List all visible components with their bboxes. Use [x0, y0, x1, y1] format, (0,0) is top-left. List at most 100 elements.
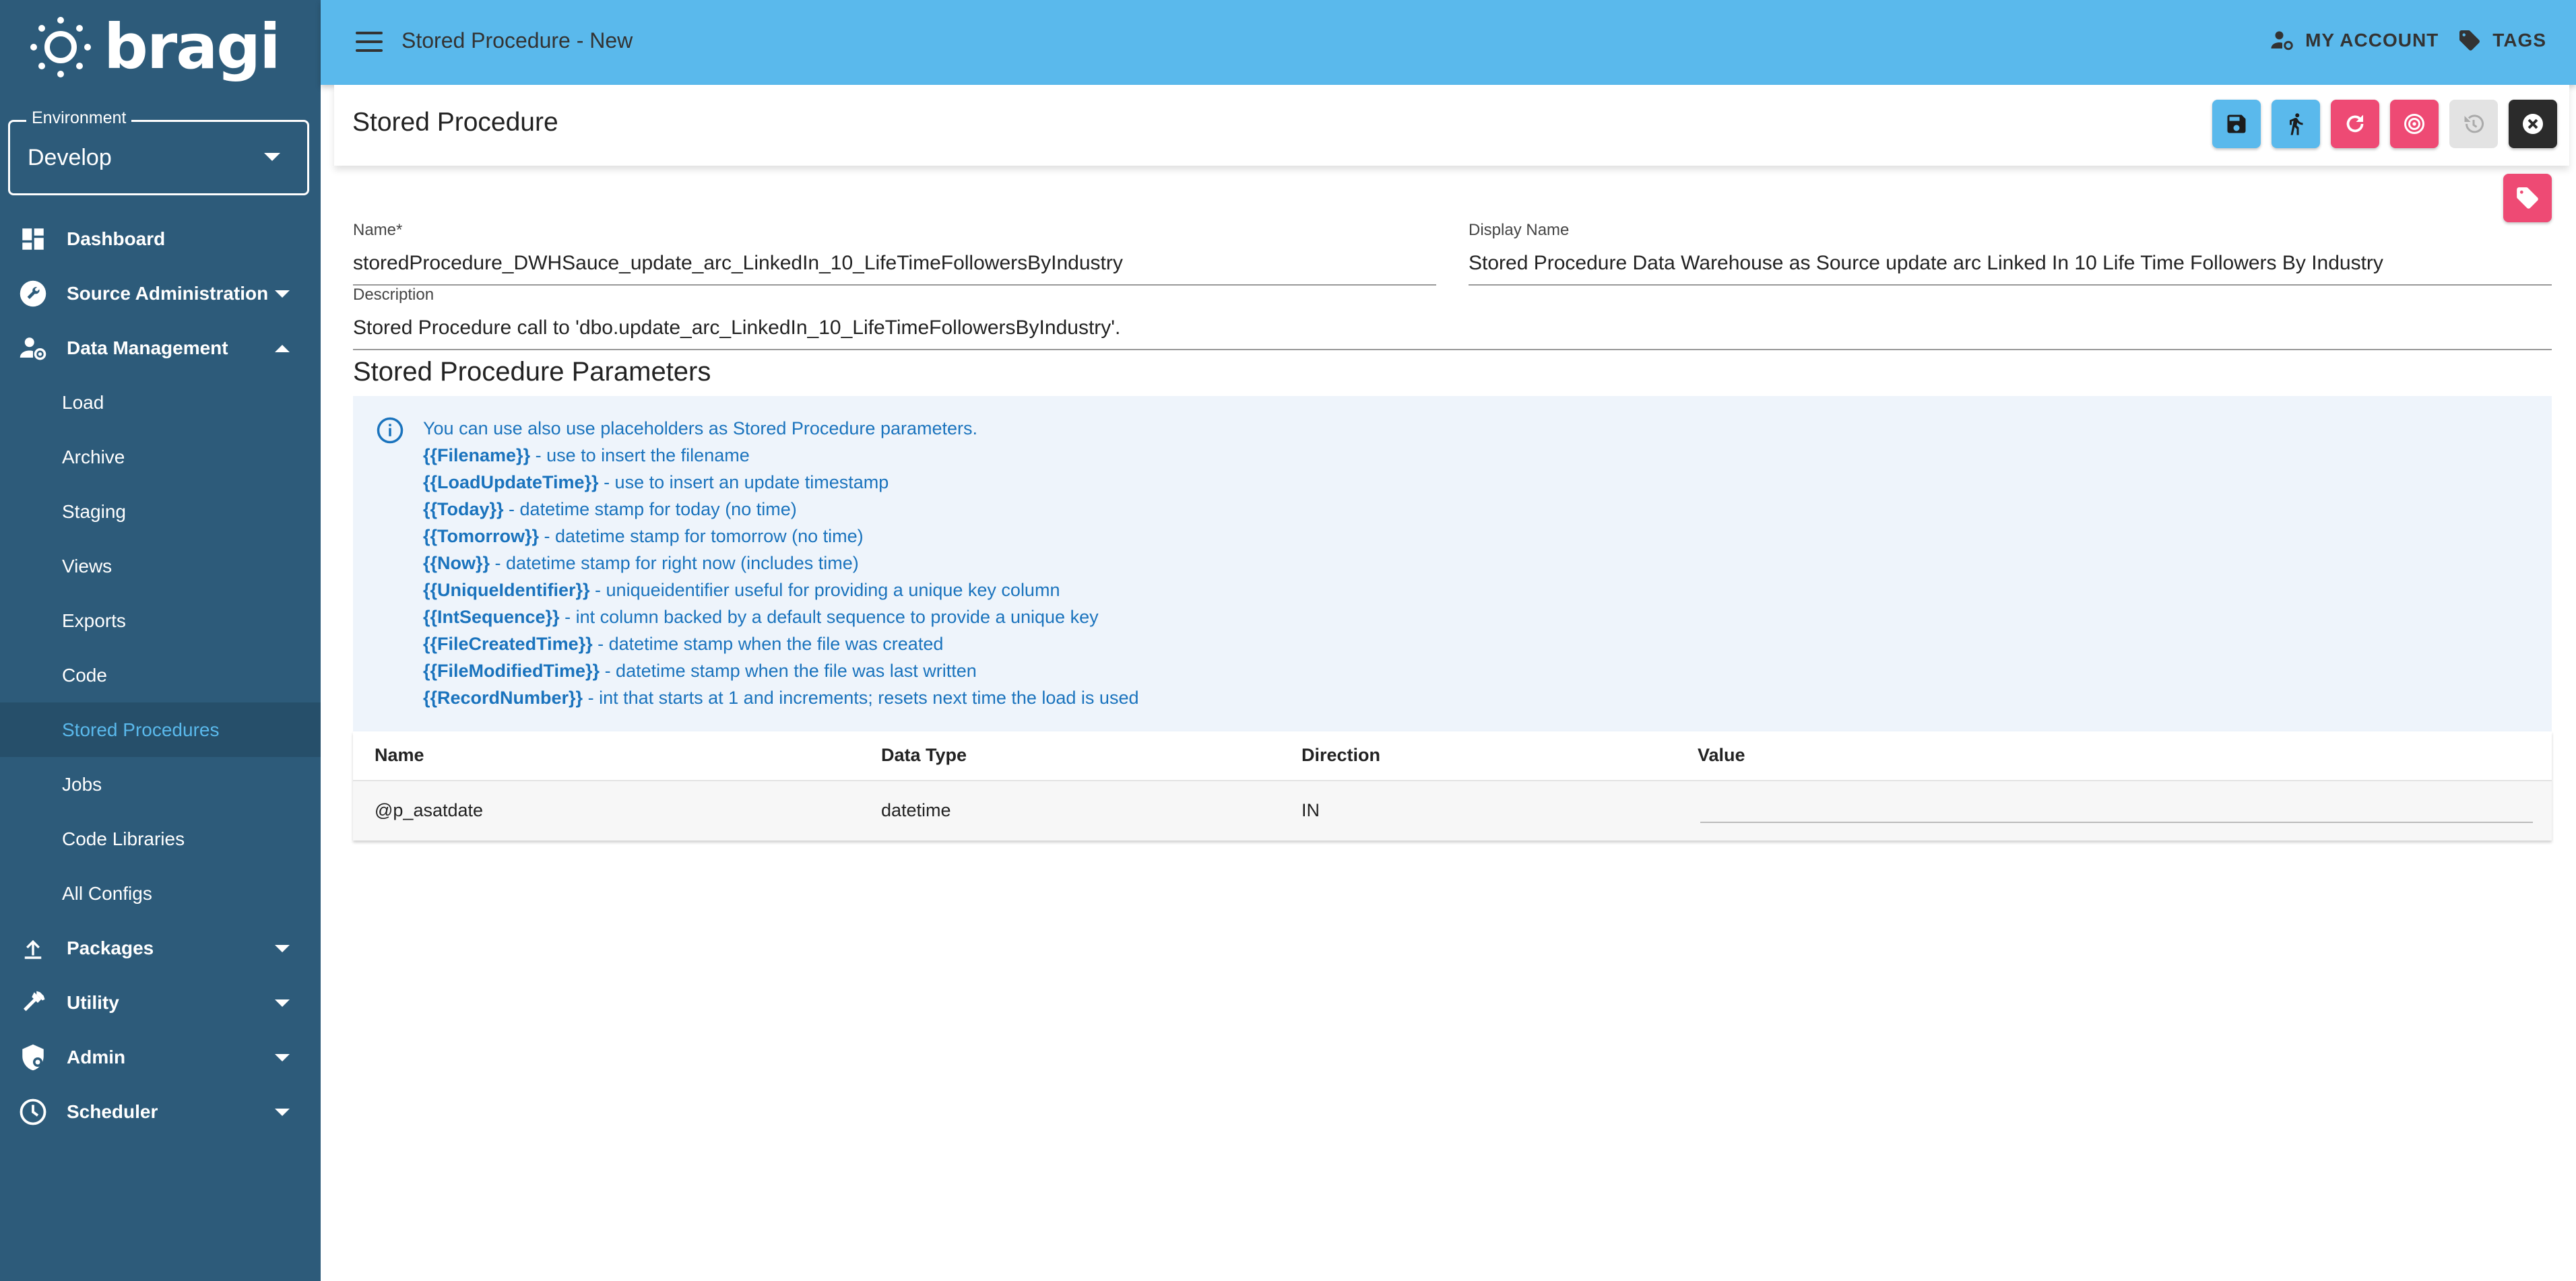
param-data-type: datetime [881, 800, 951, 820]
sidebar-item-label: Scheduler [67, 1101, 158, 1122]
placeholder-key: {{FileCreatedTime}} [423, 634, 593, 654]
sidebar-item-source-administration[interactable]: Source Administration [0, 266, 321, 321]
param-value-input[interactable] [1700, 822, 2533, 823]
column-header-name: Name [375, 745, 424, 765]
placeholder-key: {{UniqueIdentifier}} [423, 580, 590, 600]
add-tag-button[interactable] [2503, 174, 2552, 222]
shield-gear-icon [22, 1044, 44, 1071]
sidebar-item-label: Source Administration [67, 282, 269, 304]
placeholder-desc: - datetime stamp for tomorrow (no time) [539, 526, 864, 546]
header-actions: MY ACCOUNT TAGS [2270, 28, 2546, 53]
environment-select[interactable]: Environment Develop [8, 108, 309, 195]
sidebar-item-views[interactable]: Views [0, 539, 321, 593]
sidebar-item-packages[interactable]: Packages [0, 921, 321, 975]
history-icon [2464, 114, 2484, 133]
name-value: storedProcedure_DWHSauce_update_arc_Link… [353, 252, 1123, 274]
sidebar-item-scheduler[interactable]: Scheduler [0, 1084, 321, 1139]
placeholder-line: {{Now}} - datetime stamp for right now (… [423, 550, 1138, 577]
sidebar-item-label: Code Libraries [62, 828, 185, 849]
display-name-field[interactable]: Display Name Stored Procedure Data Wareh… [1469, 221, 2552, 286]
column-header-data-type: Data Type [881, 745, 967, 765]
placeholder-key: {{LoadUpdateTime}} [423, 472, 599, 492]
panel-header: Stored Procedure [334, 85, 2569, 166]
description-label: Description [353, 286, 434, 304]
sidebar-item-archive[interactable]: Archive [0, 430, 321, 484]
placeholder-desc: - int column backed by a default sequenc… [559, 607, 1099, 627]
sidebar-item-label: Load [62, 391, 104, 413]
sidebar-item-label: Stored Procedures [62, 719, 220, 740]
caret-down-icon [275, 999, 290, 1007]
placeholder-info-alert: You can use also use placeholders as Sto… [353, 396, 2552, 731]
placeholder-line: {{FileModifiedTime}} - datetime stamp wh… [423, 657, 1138, 684]
info-text: You can use also use placeholders as Sto… [423, 415, 1138, 711]
my-account-button[interactable]: MY ACCOUNT [2270, 28, 2439, 53]
caret-down-icon [275, 1054, 290, 1061]
caret-down-icon [275, 945, 290, 952]
sidebar-item-label: Packages [67, 937, 154, 958]
menu-icon[interactable] [356, 32, 383, 52]
caret-down-icon [264, 153, 280, 161]
sidebar-item-all-configs[interactable]: All Configs [0, 866, 321, 921]
name-label: Name* [353, 221, 403, 239]
clock-icon [20, 1098, 46, 1125]
placeholder-key: {{IntSequence}} [423, 607, 560, 627]
wrench-icon [20, 280, 46, 307]
sidebar-item-staging[interactable]: Staging [0, 484, 321, 539]
caret-up-icon [275, 345, 290, 352]
description-field[interactable]: Description Stored Procedure call to 'db… [353, 286, 2552, 350]
placeholder-desc: - uniqueidentifier useful for providing … [589, 580, 1060, 600]
sidebar-item-data-management[interactable]: Data Management [0, 321, 321, 375]
sidebar-item-dashboard[interactable]: Dashboard [0, 211, 321, 266]
sidebar-item-utility[interactable]: Utility [0, 975, 321, 1030]
bragi-logo[interactable]: bragi [28, 12, 281, 82]
param-direction: IN [1301, 800, 1320, 820]
placeholder-line: {{FileCreatedTime}} - datetime stamp whe… [423, 630, 1138, 657]
display-name-label: Display Name [1469, 221, 1570, 239]
sidebar-item-label: Utility [67, 991, 119, 1013]
page-title: Stored Procedure - New [401, 28, 633, 53]
sidebar-item-label: Data Management [67, 337, 228, 358]
save-icon [2227, 114, 2246, 133]
sidebar-item-jobs[interactable]: Jobs [0, 757, 321, 812]
refresh-button[interactable] [2331, 100, 2379, 148]
history-button[interactable] [2449, 100, 2498, 148]
placeholder-desc: - datetime stamp for right now (includes… [490, 553, 859, 573]
placeholder-line: {{UniqueIdentifier}} - uniqueidentifier … [423, 577, 1138, 603]
sidebar-item-admin[interactable]: Admin [0, 1030, 321, 1084]
run-button[interactable] [2272, 100, 2320, 148]
sidebar-item-label: Archive [62, 446, 125, 467]
logo-icon [30, 17, 91, 77]
sidebar-item-label: Jobs [62, 773, 102, 795]
caret-down-icon [275, 290, 290, 298]
sidebar-item-code-libraries[interactable]: Code Libraries [0, 812, 321, 866]
parameters-table: Name Data Type Direction Value @p_asatda… [353, 731, 2552, 841]
close-icon [2523, 114, 2543, 134]
name-field[interactable]: Name* storedProcedure_DWHSauce_update_ar… [353, 221, 1436, 286]
sidebar-nav: Dashboard Source Administration Data Man… [0, 211, 321, 1139]
sidebar-item-exports[interactable]: Exports [0, 593, 321, 648]
sidebar-item-stored-procedures[interactable]: Stored Procedures [0, 702, 321, 757]
column-header-direction: Direction [1301, 745, 1381, 765]
top-app-bar: Stored Procedure - New MY ACCOUNT TAGS [321, 0, 2576, 85]
toolbar [2212, 100, 2557, 148]
param-name: @p_asatdate [375, 800, 484, 820]
column-header-value: Value [1698, 745, 1745, 765]
close-button[interactable] [2509, 100, 2557, 148]
table-row: @p_asatdate datetime IN [353, 781, 2552, 841]
sidebar-item-load[interactable]: Load [0, 375, 321, 430]
tag-icon [2459, 30, 2480, 51]
display-name-value: Stored Procedure Data Warehouse as Sourc… [1469, 252, 2383, 274]
environment-value: Develop [28, 145, 112, 170]
upload-icon [24, 940, 42, 959]
placeholder-desc: - datetime stamp when the file was creat… [592, 634, 944, 654]
sidebar-item-label: Code [62, 664, 107, 686]
save-button[interactable] [2212, 100, 2261, 148]
track-button[interactable] [2390, 100, 2439, 148]
parameters-title: Stored Procedure Parameters [353, 357, 711, 387]
description-value: Stored Procedure call to 'dbo.update_arc… [353, 317, 1121, 339]
placeholder-key: {{FileModifiedTime}} [423, 661, 600, 681]
tags-button[interactable]: TAGS [2457, 28, 2546, 53]
hammer-icon [24, 991, 45, 1012]
sidebar-item-code[interactable]: Code [0, 648, 321, 702]
tags-label: TAGS [2492, 30, 2546, 51]
